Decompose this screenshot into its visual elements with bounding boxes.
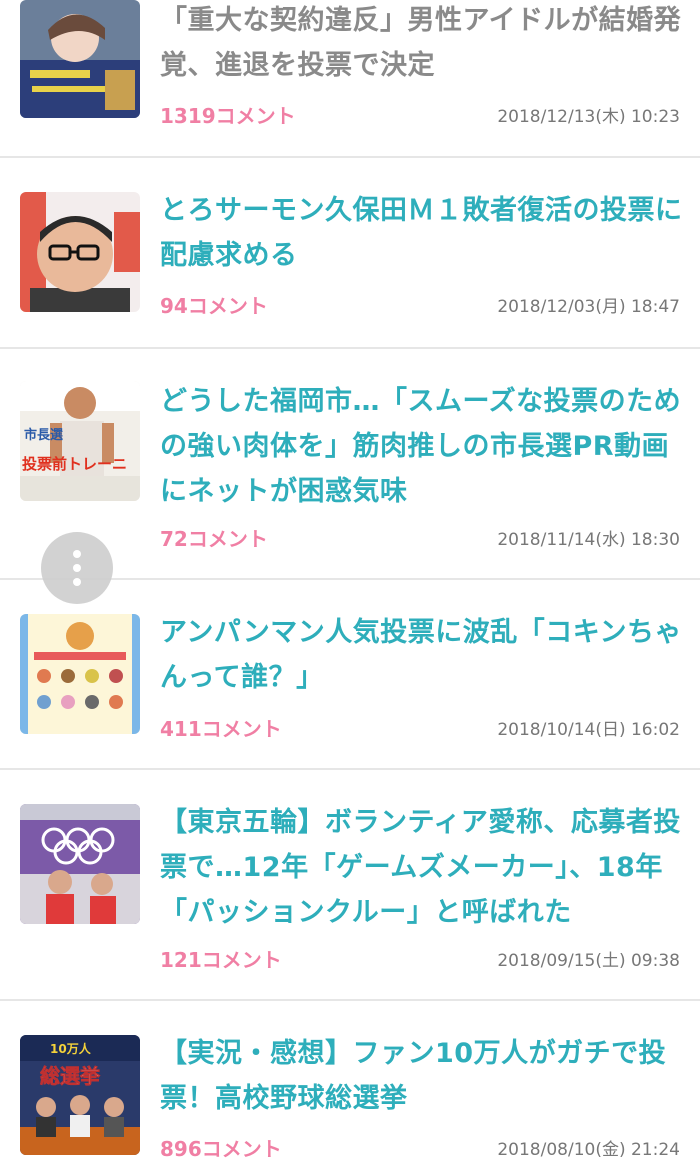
- idol-portrait-icon: [20, 0, 140, 118]
- poster-text: 投票前トレーニ: [22, 455, 127, 473]
- comment-count: 121コメント: [160, 948, 282, 972]
- anpanman-ranking-icon: [20, 614, 140, 734]
- article-title[interactable]: 【東京五輪】ボランティア愛称、応募者投票で…12年「ゲームズメーカー」、18年「…: [160, 800, 685, 935]
- olympic-rings-icon: [20, 804, 140, 924]
- menu-dot: [73, 578, 81, 586]
- article-item[interactable]: 【東京五輪】ボランティア愛称、応募者投票で…12年「ゲームズメーカー」、18年「…: [0, 770, 700, 1001]
- comment-count: 94コメント: [160, 294, 268, 318]
- poster-text: 市長選: [24, 427, 63, 443]
- article-item[interactable]: 「重大な契約違反」男性アイドルが結婚発覚、進退を投票で決定 1319コメント 2…: [0, 0, 700, 158]
- article-title[interactable]: どうした福岡市…「スムーズな投票のための強い肉体を」筋肉推しの市長選PR動画にネ…: [160, 379, 685, 514]
- comment-count: 1319コメント: [160, 104, 296, 128]
- article-item[interactable]: とろサーモン久保田Ｍ１敗者復活の投票に配慮求める 94コメント 2018/12/…: [0, 158, 700, 349]
- show-logo-text: 総選挙: [40, 1064, 101, 1088]
- article-date: 2018/12/03(月) 18:47: [497, 297, 680, 317]
- article-date: 2018/09/15(土) 09:38: [497, 951, 680, 971]
- show-logo-text: 10万人: [50, 1041, 92, 1056]
- article-title[interactable]: とろサーモン久保田Ｍ１敗者復活の投票に配慮求める: [160, 188, 685, 278]
- article-date: 2018/12/13(木) 10:23: [497, 107, 680, 127]
- article-title[interactable]: 【実況・感想】ファン10万人がガチで投票！高校野球総選挙: [160, 1031, 685, 1121]
- comment-count: 896コメント: [160, 1137, 282, 1161]
- menu-dot: [73, 564, 81, 572]
- article-title[interactable]: アンパンマン人気投票に波乱「コキンちゃんって誰？」: [160, 610, 685, 700]
- comedian-portrait-icon: [20, 192, 140, 312]
- article-date: 2018/08/10(金) 21:24: [497, 1140, 680, 1160]
- article-date: 2018/11/14(水) 18:30: [497, 530, 680, 550]
- article-date: 2018/10/14(日) 16:02: [497, 720, 680, 740]
- fukuoka-poster-icon: 市長選 投票前トレーニ: [20, 381, 140, 501]
- article-item[interactable]: 10万人 総選挙 【実況・感想】ファン10万人がガチで投票！高校野球総選挙 89…: [0, 1001, 700, 1163]
- article-title[interactable]: 「重大な契約違反」男性アイドルが結婚発覚、進退を投票で決定: [160, 0, 685, 88]
- baseball-show-icon: 10万人 総選挙: [20, 1035, 140, 1155]
- menu-dot: [73, 550, 81, 558]
- comment-count: 411コメント: [160, 717, 282, 741]
- article-feed: 「重大な契約違反」男性アイドルが結婚発覚、進退を投票で決定 1319コメント 2…: [0, 0, 700, 1163]
- more-vertical-icon[interactable]: [41, 532, 113, 604]
- article-item[interactable]: アンパンマン人気投票に波乱「コキンちゃんって誰？」 411コメント 2018/1…: [0, 580, 700, 770]
- comment-count: 72コメント: [160, 527, 268, 551]
